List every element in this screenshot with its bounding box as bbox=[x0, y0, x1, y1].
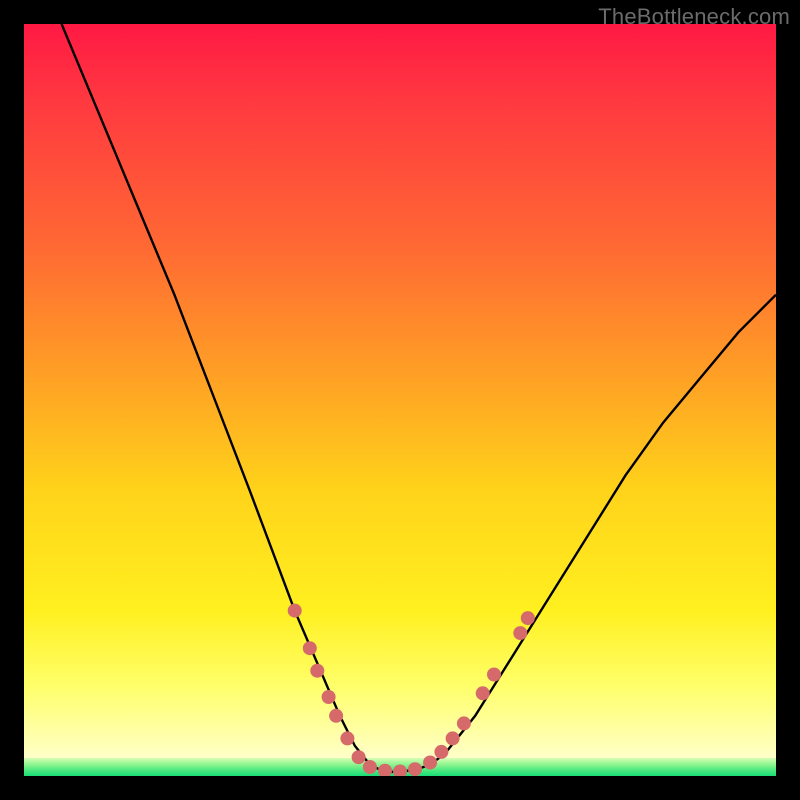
marker-dot bbox=[513, 626, 527, 640]
marker-dot bbox=[446, 731, 460, 745]
marker-group bbox=[288, 604, 535, 776]
marker-dot bbox=[423, 756, 437, 770]
chart-frame: TheBottleneck.com bbox=[0, 0, 800, 800]
marker-dot bbox=[288, 604, 302, 618]
marker-dot bbox=[393, 765, 407, 777]
marker-dot bbox=[303, 641, 317, 655]
marker-dot bbox=[457, 716, 471, 730]
marker-dot bbox=[476, 686, 490, 700]
marker-dot bbox=[363, 760, 377, 774]
marker-dot bbox=[329, 709, 343, 723]
watermark-text: TheBottleneck.com bbox=[598, 4, 790, 30]
marker-dot bbox=[310, 664, 324, 678]
marker-dot bbox=[352, 750, 366, 764]
marker-dot bbox=[521, 611, 535, 625]
marker-dot bbox=[322, 690, 336, 704]
marker-dot bbox=[487, 668, 501, 682]
marker-dot bbox=[340, 731, 354, 745]
marker-dot bbox=[408, 762, 422, 776]
marker-dot bbox=[434, 745, 448, 759]
bottleneck-curve bbox=[24, 24, 776, 776]
curve-path bbox=[62, 24, 776, 772]
plot-area bbox=[24, 24, 776, 776]
marker-dot bbox=[378, 764, 392, 776]
